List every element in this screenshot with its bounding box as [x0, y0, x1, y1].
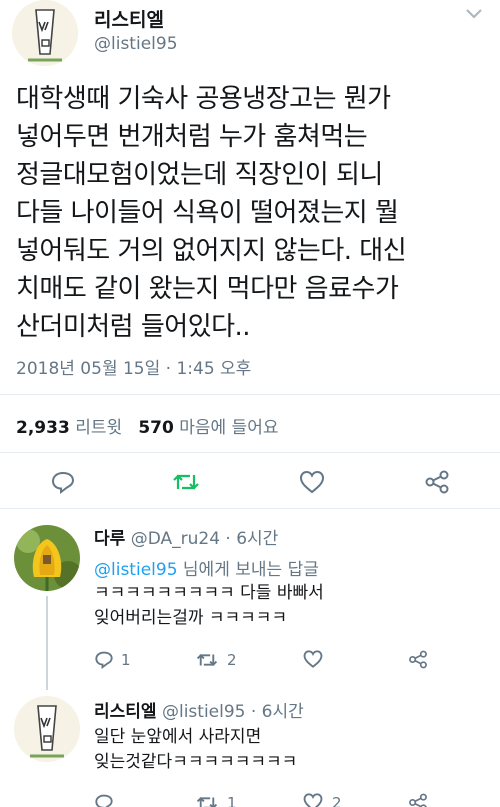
like-icon[interactable]	[302, 792, 324, 807]
author-handle[interactable]: @listiel95	[94, 34, 178, 54]
reply-author-name[interactable]: 리스티엘	[94, 702, 157, 722]
like-label[interactable]: 마음에 들어요	[179, 418, 278, 438]
replying-to: @listiel95 님에게 보내는 답글	[94, 555, 319, 580]
reply-icon[interactable]	[94, 650, 114, 669]
reply-icon[interactable]	[50, 470, 76, 494]
retweet-label[interactable]: 리트윗	[75, 418, 122, 438]
reply-text: ㅋㅋㅋㅋㅋㅋㅋㅋㅋ 다들 바빠서 잊어버리는걸까 ㅋㅋㅋㅋㅋ	[94, 583, 324, 628]
author-name[interactable]: 리스티엘	[94, 5, 164, 32]
retweet-icon[interactable]	[196, 794, 218, 807]
thread-line	[46, 596, 48, 690]
reply-header: 다루 @DA_ru24 · 6시간	[94, 524, 278, 549]
retweet-icon[interactable]	[172, 471, 200, 493]
avatar[interactable]	[14, 696, 80, 762]
chevron-down-icon[interactable]	[462, 4, 486, 24]
reply-count: 1	[121, 651, 131, 669]
like-count[interactable]: 570	[138, 418, 174, 438]
reply-header: 리스티엘 @listiel95 · 6시간	[94, 697, 304, 722]
share-icon[interactable]	[408, 650, 428, 669]
replying-to-label: 님에게 보내는 답글	[177, 560, 319, 580]
divider	[0, 394, 500, 395]
reply-icon[interactable]	[94, 793, 114, 807]
retweet-icon[interactable]	[196, 651, 218, 669]
tweet-stats: 2,933 리트윗 570 마음에 들어요	[16, 413, 278, 438]
like-icon[interactable]	[298, 469, 326, 495]
reply-handle-time[interactable]: @listiel95 · 6시간	[162, 702, 304, 722]
tweet-timestamp[interactable]: 2018년 05월 15일 · 1:45 오후	[16, 354, 251, 379]
tweet-text: 대학생때 기숙사 공용냉장고는 뭔가 넣어두면 번개처럼 누가 훔쳐먹는 정글대…	[16, 84, 407, 342]
retweet-count: 2	[227, 651, 237, 669]
reply-handle-time[interactable]: @DA_ru24 · 6시간	[131, 529, 279, 549]
reply-author-name[interactable]: 다루	[94, 529, 125, 549]
divider	[0, 452, 500, 453]
like-count: 2	[332, 794, 342, 807]
share-icon[interactable]	[424, 470, 450, 494]
share-icon[interactable]	[408, 793, 428, 807]
author-avatar[interactable]	[12, 0, 78, 66]
like-icon[interactable]	[302, 649, 324, 669]
divider	[0, 508, 500, 509]
mention-link[interactable]: @listiel95	[94, 560, 178, 580]
reply-text: 일단 눈앞에서 사라지면 잊는것같다ㅋㅋㅋㅋㅋㅋㅋㅋ	[94, 727, 298, 772]
retweet-count: 1	[227, 794, 237, 807]
avatar[interactable]	[14, 525, 80, 591]
retweet-count[interactable]: 2,933	[16, 418, 70, 438]
